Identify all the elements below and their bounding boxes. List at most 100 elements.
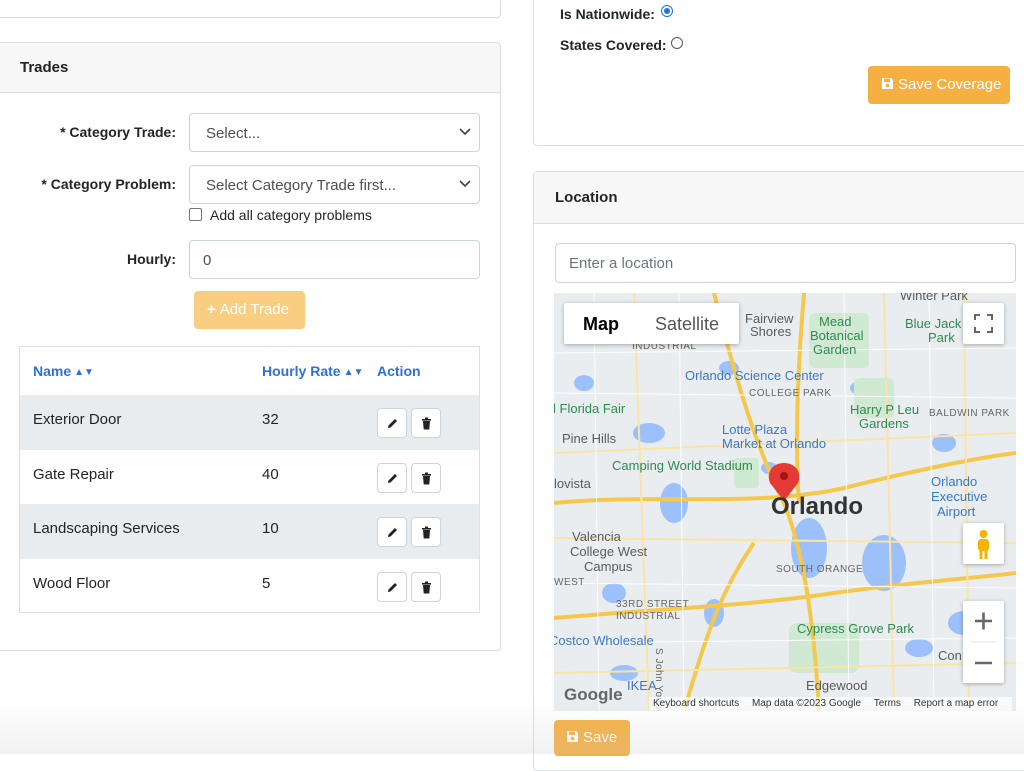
fullscreen-icon (974, 314, 993, 333)
category-trade-label: * Category Trade: (60, 124, 176, 140)
map-label: Edgewood (806, 678, 868, 693)
map-label: Central Florida Fair (554, 401, 626, 416)
header-rate-label: Hourly Rate (262, 363, 341, 379)
states-covered-label: States Covered: (560, 37, 667, 53)
map-label: Lotte Plaza (722, 422, 788, 437)
pencil-icon (388, 419, 397, 428)
map-data-text: Map data ©2023 Google (751, 698, 862, 709)
header-name[interactable]: Name ▲▼ (33, 363, 94, 379)
category-trade-select[interactable]: Select... (189, 113, 480, 152)
add-trade-label: Add Trade (219, 301, 289, 318)
add-all-problems-label: Add all category problems (210, 207, 372, 223)
trades-table: Name ▲▼ Hourly Rate ▲▼ Action Exterior Doo… (19, 346, 480, 613)
trades-header: Trades (0, 43, 500, 93)
cell-name: Exterior Door (33, 411, 122, 428)
map-type-satellite[interactable]: Satellite (655, 314, 719, 335)
trash-icon (422, 417, 431, 430)
location-header: Location (534, 172, 1024, 224)
map-label: Orlando Science Center (685, 368, 824, 383)
cell-name: Gate Repair (33, 465, 114, 483)
save-location-button[interactable]: Save (554, 720, 630, 756)
delete-button[interactable] (411, 571, 441, 602)
cell-rate: 10 (262, 520, 279, 537)
map-label: Park (928, 330, 955, 345)
location-search-input[interactable]: Enter a location (555, 243, 1016, 283)
cell-name: Wood Floor (33, 574, 111, 592)
nationwide-label: Is Nationwide: (560, 6, 655, 22)
map-label: Blue Jack (905, 316, 962, 331)
header-hourly-rate[interactable]: Hourly Rate ▲▼ (262, 363, 363, 379)
map-label: lovista (554, 476, 591, 491)
keyboard-shortcuts-link[interactable]: Keyboard shortcuts (653, 698, 739, 709)
table-row: Gate Repair 40 (20, 450, 479, 505)
cell-name: Landscaping Services (33, 520, 180, 537)
map-label: WEST (554, 577, 585, 588)
pegman-icon (978, 530, 989, 559)
map-label: Camping World Stadium (612, 458, 753, 473)
chevron-down-icon (459, 128, 471, 136)
header-name-label: Name (33, 363, 72, 379)
map-label: Winter Park (900, 293, 968, 303)
map-label: Gardens (859, 416, 909, 431)
report-error-link[interactable]: Report a map error (914, 698, 998, 709)
floppy-disk-icon (882, 78, 893, 89)
map-label: Valencia (572, 529, 621, 544)
pencil-icon (388, 582, 397, 592)
floppy-disk-icon (567, 731, 578, 742)
map-label: Con (938, 648, 962, 663)
google-map[interactable]: Winter Park Fairview Shores Mead Botanic… (554, 293, 1016, 711)
edit-button[interactable] (377, 462, 407, 493)
map-type-map[interactable]: Map (583, 314, 619, 335)
delete-button[interactable] (411, 462, 441, 493)
zoom-icons (970, 612, 997, 665)
street-view-button[interactable] (963, 523, 1004, 564)
save-coverage-label: Save Coverage (898, 76, 1002, 93)
category-problem-select[interactable]: Select Category Trade first... (189, 165, 480, 204)
map-label: Mead (819, 314, 852, 329)
nationwide-radio[interactable] (661, 5, 673, 17)
category-trade-value: Select... (206, 125, 261, 142)
map-label: INDUSTRIAL (616, 611, 681, 622)
cell-rate: 40 (262, 465, 279, 483)
trash-icon (422, 472, 431, 484)
delete-button[interactable] (411, 408, 441, 438)
hourly-label: Hourly: (127, 251, 176, 267)
edit-button[interactable] (377, 571, 407, 602)
category-problem-value: Select Category Trade first... (206, 177, 397, 194)
add-trade-button[interactable]: + Add Trade (194, 291, 305, 329)
map-label: Garden (813, 342, 857, 357)
map-label: Botanical (810, 328, 864, 343)
edit-button[interactable] (377, 408, 407, 438)
map-label: BALDWIN PARK (929, 408, 1010, 419)
delete-button[interactable] (411, 517, 441, 547)
save-location-label: Save (583, 729, 618, 746)
map-label: Airport (937, 504, 976, 519)
chevron-down-icon (459, 180, 471, 188)
hourly-input[interactable]: 0 (189, 240, 480, 279)
save-coverage-button[interactable]: Save Coverage (868, 66, 1010, 104)
location-placeholder: Enter a location (569, 255, 674, 272)
cell-rate: 5 (262, 574, 271, 592)
cell-rate: 32 (262, 411, 279, 428)
map-label: Market at Orlando (722, 436, 827, 451)
location-title: Location (555, 189, 618, 206)
map-label: Orlando (931, 474, 978, 489)
edit-button[interactable] (377, 517, 407, 547)
add-all-problems-checkbox[interactable] (189, 208, 202, 221)
map-label: 33RD STREET (616, 599, 690, 610)
table-row: Landscaping Services 10 (20, 504, 479, 559)
map-label: Harry P Leu (850, 402, 920, 417)
states-covered-radio[interactable] (671, 37, 683, 49)
trash-icon (422, 581, 431, 593)
map-label: Executive (931, 489, 988, 504)
fullscreen-button[interactable] (963, 303, 1004, 344)
terms-link[interactable]: Terms (874, 698, 901, 709)
table-row: Exterior Door 32 (20, 395, 479, 450)
trash-icon (422, 526, 431, 539)
pencil-icon (388, 528, 397, 537)
map-label: Cypress Grove Park (797, 621, 915, 636)
previous-card (0, 0, 501, 18)
map-footer: Keyboard shortcuts Map data ©2023 Google… (649, 697, 1013, 711)
zoom-control (963, 601, 1004, 683)
map-label: Orlando (771, 493, 864, 520)
